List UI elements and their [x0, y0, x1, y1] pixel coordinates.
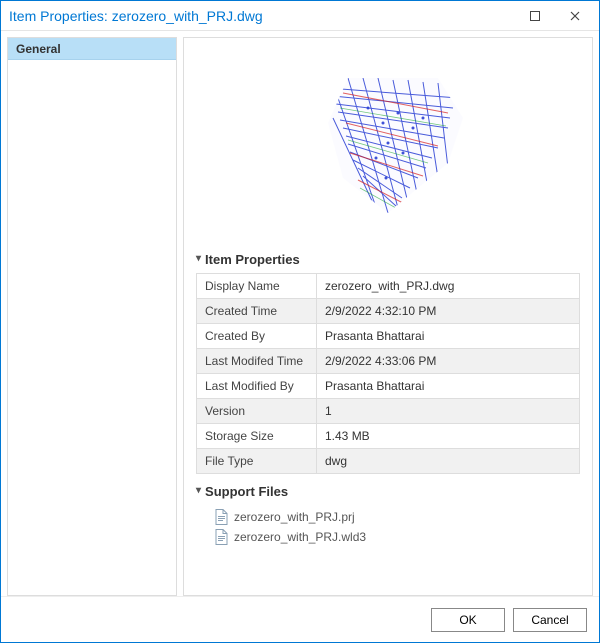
property-key: Created Time [197, 299, 317, 324]
chevron-down-icon: ▾ [196, 253, 201, 264]
property-value: 2/9/2022 4:32:10 PM [317, 299, 580, 324]
dialog-body: General [1, 31, 599, 596]
window-title: Item Properties: zerozero_with_PRJ.dwg [9, 8, 515, 24]
sidebar: General [7, 37, 177, 596]
table-row: Storage Size1.43 MB [197, 424, 580, 449]
property-value: dwg [317, 449, 580, 474]
support-file-name: zerozero_with_PRJ.wld3 [234, 530, 366, 544]
ok-button[interactable]: OK [431, 608, 505, 632]
property-key: Display Name [197, 274, 317, 299]
thumbnail-area [196, 48, 580, 248]
support-file-name: zerozero_with_PRJ.prj [234, 510, 355, 524]
dialog-window: Item Properties: zerozero_with_PRJ.dwg G… [0, 0, 600, 643]
table-row: File Typedwg [197, 449, 580, 474]
dialog-footer: OK Cancel [1, 596, 599, 642]
close-button[interactable] [555, 2, 595, 30]
cancel-button[interactable]: Cancel [513, 608, 587, 632]
maximize-icon [530, 11, 540, 21]
title-bar: Item Properties: zerozero_with_PRJ.dwg [1, 1, 599, 31]
property-key: File Type [197, 449, 317, 474]
file-icon [214, 529, 228, 545]
property-value: 2/9/2022 4:33:06 PM [317, 349, 580, 374]
property-key: Last Modified By [197, 374, 317, 399]
ok-label: OK [459, 613, 476, 627]
chevron-down-icon: ▾ [196, 485, 201, 496]
properties-table: Display Namezerozero_with_PRJ.dwgCreated… [196, 273, 580, 474]
support-file-item[interactable]: zerozero_with_PRJ.wld3 [214, 527, 580, 547]
property-key: Created By [197, 324, 317, 349]
close-icon [570, 11, 580, 21]
property-value: Prasanta Bhattarai [317, 374, 580, 399]
property-value: 1.43 MB [317, 424, 580, 449]
property-value: 1 [317, 399, 580, 424]
window-controls [515, 2, 595, 30]
cancel-label: Cancel [531, 613, 568, 627]
table-row: Display Namezerozero_with_PRJ.dwg [197, 274, 580, 299]
property-value: zerozero_with_PRJ.dwg [317, 274, 580, 299]
table-row: Version1 [197, 399, 580, 424]
support-files-list: zerozero_with_PRJ.prj zerozero_with_PRJ.w… [196, 505, 580, 553]
content-pane: ▾ Item Properties Display Namezerozero_w… [183, 37, 593, 596]
property-key: Storage Size [197, 424, 317, 449]
section-item-properties[interactable]: ▾ Item Properties [196, 252, 580, 267]
section-support-files[interactable]: ▾ Support Files [196, 484, 580, 499]
sidebar-tab-general[interactable]: General [8, 38, 176, 60]
item-thumbnail [288, 68, 488, 218]
property-key: Last Modifed Time [197, 349, 317, 374]
section-title: Support Files [205, 484, 288, 499]
table-row: Created ByPrasanta Bhattarai [197, 324, 580, 349]
sidebar-tab-label: General [16, 42, 61, 56]
maximize-button[interactable] [515, 2, 555, 30]
property-value: Prasanta Bhattarai [317, 324, 580, 349]
section-title: Item Properties [205, 252, 300, 267]
table-row: Last Modified ByPrasanta Bhattarai [197, 374, 580, 399]
file-icon [214, 509, 228, 525]
table-row: Last Modifed Time2/9/2022 4:33:06 PM [197, 349, 580, 374]
support-file-item[interactable]: zerozero_with_PRJ.prj [214, 507, 580, 527]
property-key: Version [197, 399, 317, 424]
table-row: Created Time2/9/2022 4:32:10 PM [197, 299, 580, 324]
